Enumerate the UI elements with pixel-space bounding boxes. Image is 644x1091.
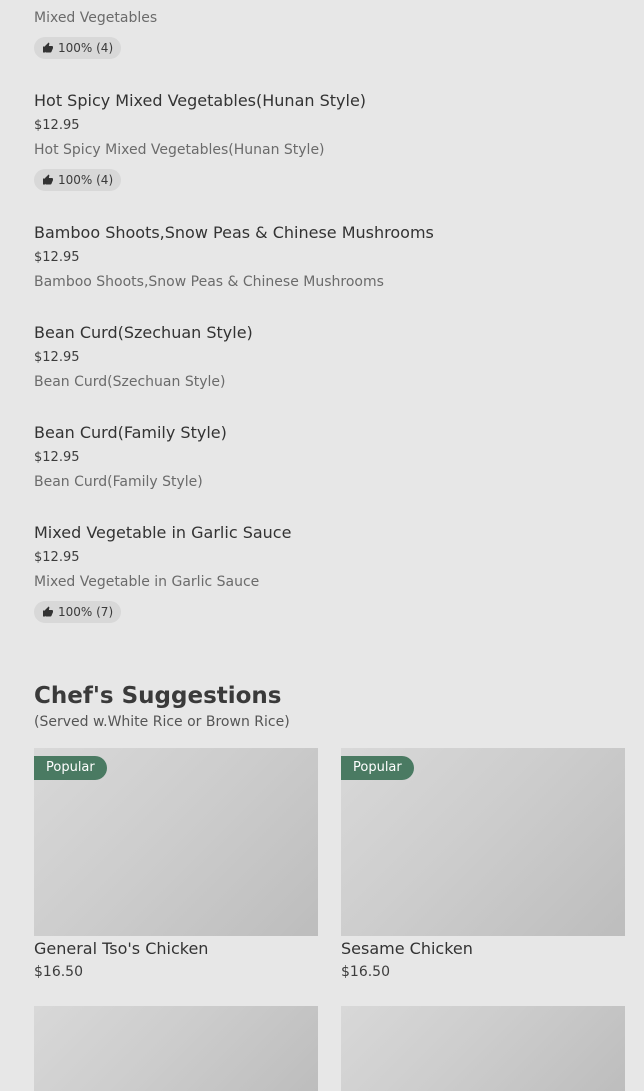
thumbs-up-icon — [43, 174, 53, 185]
item-price: $12.95 — [34, 450, 80, 465]
card-name[interactable]: General Tso's Chicken — [34, 939, 208, 959]
card-name[interactable]: Sesame Chicken — [341, 939, 473, 959]
rating-chip: 100% (4) — [34, 169, 122, 191]
item-description: Mixed Vegetables — [34, 10, 158, 26]
rating-text: 100% (7) — [58, 605, 114, 619]
card-image[interactable]: Popular — [34, 748, 318, 936]
rating-chip: 100% (7) — [34, 601, 122, 623]
rating-text: 100% (4) — [58, 173, 114, 187]
section-title: Chef's Suggestions — [34, 683, 282, 709]
item-description: Hot Spicy Mixed Vegetables(Hunan Style) — [34, 142, 325, 158]
card-image[interactable] — [341, 1006, 625, 1091]
item-description: Bamboo Shoots,Snow Peas & Chinese Mushro… — [34, 274, 384, 290]
item-name[interactable]: Bean Curd(Szechuan Style) — [34, 323, 253, 343]
item-price: $12.95 — [34, 250, 80, 265]
thumbs-up-icon — [43, 606, 53, 617]
thumbs-up-icon — [43, 42, 53, 53]
popular-badge: Popular — [341, 756, 414, 780]
item-name[interactable]: Bean Curd(Family Style) — [34, 423, 227, 443]
item-name[interactable]: Bamboo Shoots,Snow Peas & Chinese Mushro… — [34, 223, 434, 243]
card-price: $16.50 — [34, 964, 83, 980]
item-price: $12.95 — [34, 350, 80, 365]
card-image[interactable]: Popular — [341, 748, 625, 936]
item-name[interactable]: Mixed Vegetable in Garlic Sauce — [34, 523, 291, 543]
item-description: Mixed Vegetable in Garlic Sauce — [34, 574, 260, 590]
item-description: Bean Curd(Szechuan Style) — [34, 374, 226, 390]
menu-page: Mixed Vegetables 100% (4) Hot Spicy Mixe… — [0, 0, 644, 1091]
item-name[interactable]: Hot Spicy Mixed Vegetables(Hunan Style) — [34, 91, 366, 111]
card-image[interactable] — [34, 1006, 318, 1091]
rating-chip: 100% (4) — [34, 37, 122, 59]
item-description: Bean Curd(Family Style) — [34, 474, 203, 490]
item-price: $12.95 — [34, 118, 80, 133]
rating-text: 100% (4) — [58, 41, 114, 55]
item-price: $12.95 — [34, 550, 80, 565]
section-subtitle: (Served w.White Rice or Brown Rice) — [34, 714, 290, 730]
popular-badge: Popular — [34, 756, 107, 780]
card-price: $16.50 — [341, 964, 390, 980]
